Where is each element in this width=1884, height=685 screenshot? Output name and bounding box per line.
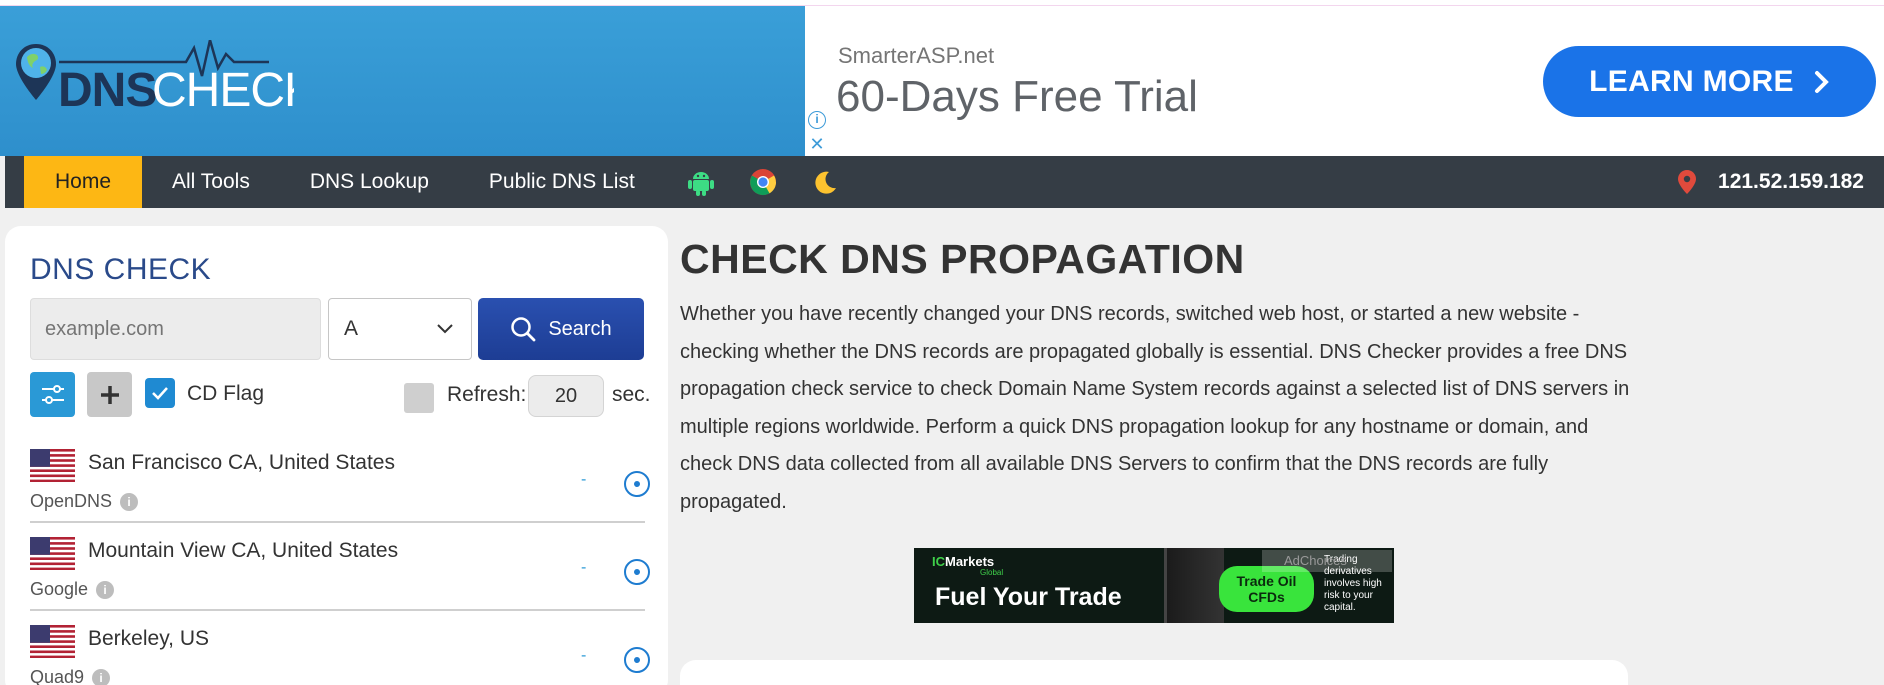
- chevron-down-icon: [437, 324, 453, 334]
- info-icon[interactable]: i: [96, 580, 115, 599]
- ad-logo-ic: IC: [932, 554, 945, 569]
- ad-cta-button[interactable]: Trade Oil CFDs: [1219, 566, 1314, 612]
- locate-server-icon[interactable]: [624, 647, 650, 673]
- provider-name: Quad9: [30, 667, 85, 685]
- ip-address: 121.52.159.182: [1718, 170, 1864, 193]
- cd-flag-checkbox[interactable]: [145, 378, 175, 408]
- refresh-unit: sec.: [612, 383, 651, 406]
- learn-more-button[interactable]: LEARN MORE: [1543, 46, 1876, 117]
- search-label: Search: [548, 317, 612, 340]
- server-provider: OpenDNS i: [30, 491, 139, 512]
- server-status: -: [581, 471, 587, 488]
- sliders-icon: [41, 384, 64, 404]
- search-button[interactable]: Search: [478, 298, 644, 360]
- learn-more-label: LEARN MORE: [1589, 64, 1794, 98]
- server-provider: Google i: [30, 579, 115, 600]
- server-status: -: [581, 647, 587, 664]
- server-row: Berkeley, US Quad9 i -: [30, 611, 650, 685]
- refresh-label: Refresh:: [447, 383, 527, 406]
- ad-banner-icmarkets[interactable]: ICMarkets Global Fuel Your Trade Trade O…: [914, 548, 1394, 623]
- record-type-value: A: [344, 317, 359, 340]
- android-icon[interactable]: [685, 166, 717, 198]
- ad-headline[interactable]: 60-Days Free Trial: [836, 72, 1198, 122]
- server-location: Berkeley, US: [88, 627, 209, 650]
- server-location: Mountain View CA, United States: [88, 539, 399, 562]
- provider-name: OpenDNS: [30, 491, 113, 511]
- dns-check-title: DNS CHECK: [30, 253, 212, 286]
- info-icon[interactable]: i: [808, 111, 826, 129]
- server-status: -: [581, 559, 587, 576]
- provider-name: Google: [30, 579, 89, 599]
- filter-button[interactable]: [30, 372, 75, 417]
- ad-advertiser: SmarterASP.net: [838, 43, 995, 68]
- nav-public-dns-list[interactable]: Public DNS List: [459, 156, 665, 208]
- ad-banner-top[interactable]: i ✕ SmarterASP.net 60-Days Free Trial LE…: [805, 6, 1884, 156]
- svg-text:DNS: DNS: [58, 64, 156, 112]
- us-flag-icon: [30, 625, 75, 658]
- search-icon: [511, 317, 536, 342]
- domain-input[interactable]: [30, 298, 321, 360]
- chevron-right-icon: [1814, 70, 1829, 93]
- info-icon[interactable]: i: [92, 668, 111, 685]
- us-flag-icon: [30, 449, 75, 482]
- locate-server-icon[interactable]: [624, 471, 650, 497]
- nav-all-tools[interactable]: All Tools: [142, 156, 280, 208]
- plus-icon: [100, 385, 119, 404]
- ad-choices[interactable]: i ✕: [805, 108, 829, 156]
- nav-home[interactable]: Home: [24, 156, 142, 208]
- page-title: CHECK DNS PROPAGATION: [680, 236, 1245, 282]
- moon-icon[interactable]: [809, 166, 841, 198]
- server-location: San Francisco CA, United States: [88, 451, 395, 474]
- svg-text:CHECKER: CHECKER: [152, 64, 294, 112]
- ad-phone-image: [1164, 548, 1224, 623]
- record-type-select[interactable]: A: [328, 298, 472, 360]
- ad-logo-rest: Markets: [945, 554, 995, 569]
- close-icon[interactable]: ✕: [808, 135, 826, 153]
- header-brand[interactable]: DNS CHECKER: [0, 6, 805, 156]
- ad-logo: ICMarkets: [932, 554, 994, 569]
- us-flag-icon: [30, 537, 75, 570]
- dns-check-panel: DNS CHECK A Search CD Flag Refresh: sec.…: [5, 226, 668, 685]
- refresh-interval-input[interactable]: [528, 375, 604, 417]
- info-icon[interactable]: i: [120, 492, 139, 511]
- locate-server-icon[interactable]: [624, 559, 650, 585]
- ip-display: 121.52.159.182: [1678, 156, 1864, 208]
- server-provider: Quad9 i: [30, 667, 111, 685]
- main-nav: Home All Tools DNS Lookup Public DNS Lis…: [5, 156, 1884, 208]
- add-server-button[interactable]: [87, 372, 132, 417]
- ad-logo-sub: Global: [980, 568, 1004, 577]
- server-row: Mountain View CA, United States Google i…: [30, 523, 650, 611]
- ad-choices-label[interactable]: AdChoices: [1262, 550, 1392, 572]
- cd-flag-label: CD Flag: [187, 382, 265, 405]
- ad-headline: Fuel Your Trade: [935, 583, 1122, 611]
- checkmark-icon: [152, 387, 168, 400]
- refresh-checkbox[interactable]: [404, 383, 434, 413]
- nav-dns-lookup[interactable]: DNS Lookup: [280, 156, 459, 208]
- chrome-icon[interactable]: [747, 166, 779, 198]
- server-row: San Francisco CA, United States OpenDNS …: [30, 435, 650, 523]
- page-description: Whether you have recently changed your D…: [680, 303, 1630, 513]
- dnschecker-logo[interactable]: DNS CHECKER: [14, 40, 294, 112]
- content-card: [680, 660, 1628, 685]
- location-pin-icon: [1678, 170, 1697, 194]
